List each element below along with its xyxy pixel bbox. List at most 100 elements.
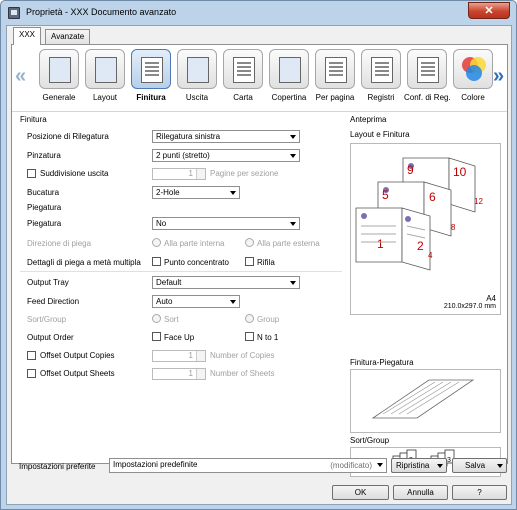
offset-copies-checkbox[interactable] <box>27 351 36 360</box>
staple-label: Pinzatura <box>27 151 61 160</box>
category-per-pagina[interactable]: Per pagina <box>312 49 358 107</box>
face-up-checkbox[interactable] <box>152 332 161 341</box>
binding-value: Rilegatura sinistra <box>156 132 221 141</box>
category-registri[interactable]: Registri <box>358 49 404 107</box>
title-bar[interactable]: Proprietà - XXX Documento avanzato ✕ <box>1 1 516 25</box>
tab-avanzate[interactable]: Avanzate <box>45 29 91 45</box>
section-piegatura: Piegatura <box>27 203 62 212</box>
page-number: 5 <box>382 188 389 202</box>
output-icon <box>187 57 209 83</box>
ok-button[interactable]: OK <box>332 485 389 500</box>
restore-label: Ripristina <box>396 461 430 470</box>
favorites-bar: Impostazioni preferite Impostazioni pred… <box>11 456 508 478</box>
chevron-down-icon <box>290 281 296 285</box>
category-generale[interactable]: Generale <box>36 49 82 107</box>
scroll-right-icon[interactable]: » <box>493 65 504 88</box>
chevron-down-icon <box>230 300 236 304</box>
half-fold-label: Dettagli di piega a metà multipla <box>27 258 141 267</box>
category-conf-reg[interactable]: Conf. di Reg. <box>404 49 451 107</box>
staple-select[interactable]: 2 punti (stretto) <box>152 149 300 162</box>
close-button[interactable]: ✕ <box>468 2 510 19</box>
cancel-button[interactable]: Annulla <box>393 485 448 500</box>
binding-select[interactable]: Rilegatura sinistra <box>152 130 300 143</box>
concentrated-label: Punto concentrato <box>164 258 229 267</box>
tab-settings-icon <box>417 57 439 83</box>
fold-select[interactable]: No <box>152 217 300 230</box>
chevron-down-icon <box>290 135 296 139</box>
offset-copies-stepper[interactable]: 1 <box>152 350 206 362</box>
booklet-preview: 9 10 5 6 1 2 8 4 12 <box>355 157 483 271</box>
tray-label: Output Tray <box>27 278 69 287</box>
radio-outside[interactable] <box>245 238 254 247</box>
page-number: 6 <box>429 190 436 204</box>
page-number: 12 <box>474 197 483 206</box>
restore-button[interactable]: Ripristina <box>391 458 447 473</box>
help-button[interactable]: ? <box>452 485 507 500</box>
paper-dims: 210.0x297.0 mm <box>443 303 496 310</box>
favorites-value: Impostazioni predefinite <box>113 460 198 469</box>
category-label: Layout <box>92 93 118 102</box>
page-number: 10 <box>453 165 467 179</box>
subdivision-stepper[interactable]: 1 <box>152 168 206 180</box>
punch-value: 2-Hole <box>156 188 180 197</box>
subdivision-checkbox[interactable] <box>27 169 36 178</box>
radio-group[interactable] <box>245 314 254 323</box>
tab-xxx[interactable]: XXX <box>13 27 42 45</box>
offset-sheets-unit: Number of Sheets <box>210 369 275 378</box>
layout-preview-title: Layout e Finitura <box>350 130 410 139</box>
layout-icon <box>95 57 117 83</box>
scroll-left-icon[interactable]: « <box>15 65 26 88</box>
page-number: 2 <box>417 239 424 253</box>
offset-copies-unit: Number of Copies <box>210 351 275 360</box>
preview-title: Anteprima <box>350 115 387 124</box>
concentrated-checkbox[interactable] <box>152 257 161 266</box>
trim-label: Rifila <box>257 258 275 267</box>
preview-panel: Anteprima Layout e Finitura 9 10 5 6 1 2… <box>347 113 505 477</box>
page-number: 1 <box>377 237 384 251</box>
favorites-label: Impostazioni preferite <box>19 462 96 471</box>
fold-diagram <box>371 379 475 419</box>
radio-inside[interactable] <box>152 238 161 247</box>
category-uscita[interactable]: Uscita <box>174 49 220 107</box>
category-colore[interactable]: Colore <box>450 49 496 107</box>
category-copertina[interactable]: Copertina <box>266 49 312 107</box>
favorites-select[interactable]: Impostazioni predefinite (modificato) <box>109 458 387 473</box>
color-icon <box>453 49 493 89</box>
binding-label: Posizione di Rilegatura <box>27 132 109 141</box>
save-button[interactable]: Salva <box>452 458 507 473</box>
fold-preview <box>350 369 501 433</box>
chevron-down-icon <box>290 222 296 226</box>
punch-label: Bucatura <box>27 188 60 197</box>
category-layout[interactable]: Layout <box>82 49 128 107</box>
feed-label: Feed Direction <box>27 297 80 306</box>
trim-checkbox[interactable] <box>245 257 254 266</box>
order-label: Output Order <box>27 333 74 342</box>
page-number: 9 <box>407 163 414 177</box>
offset-sheets-stepper[interactable]: 1 <box>152 368 206 380</box>
n-to-1-checkbox[interactable] <box>245 332 254 341</box>
category-label: Per pagina <box>315 93 355 102</box>
radio-sort[interactable] <box>152 314 161 323</box>
radio-outside-label: Alla parte esterna <box>257 239 320 248</box>
chevron-down-icon <box>497 464 503 468</box>
modified-indicator: (modificato) <box>330 461 372 470</box>
tray-select[interactable]: Default <box>152 276 300 289</box>
sortgroup-label: Sort/Group <box>27 315 67 324</box>
punch-select[interactable]: 2-Hole <box>152 186 240 199</box>
divider <box>12 111 507 112</box>
chevron-down-icon <box>230 191 236 195</box>
offset-sheets-checkbox[interactable] <box>27 369 36 378</box>
category-label: Copertina <box>271 93 307 102</box>
category-carta[interactable]: Carta <box>220 49 266 107</box>
subdivision-label: Suddivisione uscita <box>40 169 109 178</box>
general-icon <box>49 57 71 83</box>
radio-inside-label: Alla parte interna <box>164 239 225 248</box>
fold-label: Piegatura <box>27 219 62 228</box>
staple-value: 2 punti (stretto) <box>156 151 210 160</box>
sort-preview-title: Sort/Group <box>350 436 390 445</box>
offset-sheets-label: Offset Output Sheets <box>40 369 115 378</box>
category-finitura[interactable]: Finitura <box>128 49 174 107</box>
fold-direction-label: Direzione di piega <box>27 239 92 248</box>
feed-select[interactable]: Auto <box>152 295 240 308</box>
dialog-client: XXX Avanzate « Generale Layout Finitura <box>6 25 512 505</box>
